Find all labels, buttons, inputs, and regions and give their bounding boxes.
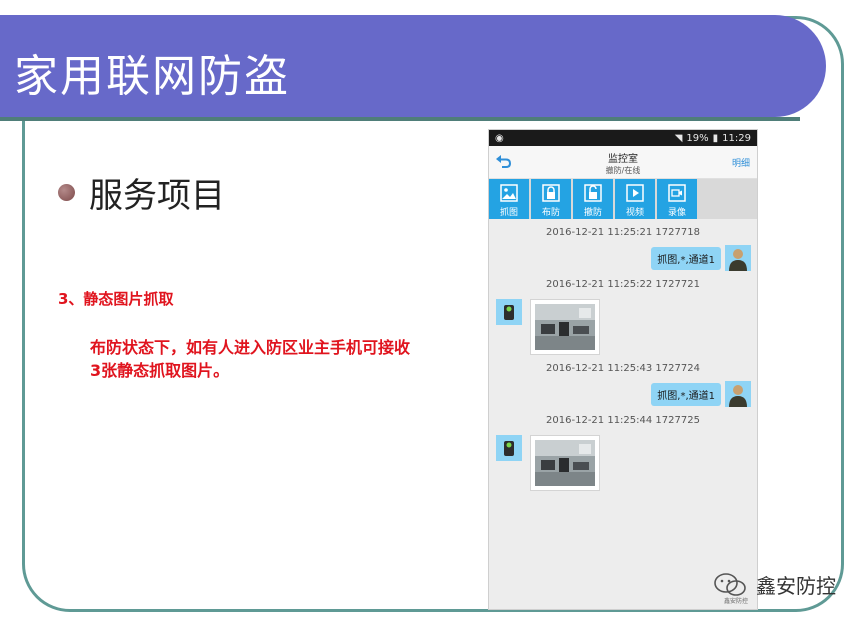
- outgoing-message: 抓图,*,通道1: [489, 245, 757, 271]
- disarm-label: 撤防: [583, 208, 602, 218]
- play-icon: [626, 184, 644, 202]
- header-title: 监控室: [608, 154, 638, 165]
- status-bar: ◉ ◥ 19% ▮ 11:29: [489, 130, 757, 146]
- watermark-small-text: 鑫安防控: [724, 598, 749, 605]
- surveillance-image-icon: [535, 304, 595, 350]
- slide-title: 家用联网防盗: [14, 51, 290, 102]
- bullet-item: 服务项目: [58, 168, 225, 217]
- record-button[interactable]: 录像: [657, 179, 697, 219]
- watermark-brand: 鑫安防控: [756, 574, 836, 598]
- app-header: 监控室 撤防/在线 明细: [489, 146, 757, 179]
- notification-icon: ◉: [495, 132, 504, 144]
- section-description: 布防状态下，如有人进入防区业主手机可接收3张静态抓取图片。: [90, 338, 411, 380]
- detail-link[interactable]: 明细: [732, 156, 750, 169]
- outgoing-message: 抓图,*,通道1: [489, 381, 757, 407]
- image-icon: [500, 184, 518, 202]
- surveillance-image-icon: [535, 440, 595, 486]
- wechat-logo-icon: [714, 572, 746, 596]
- phone-screenshot: ◉ ◥ 19% ▮ 11:29 监控室 撤防/在线 明细 抓图 布防 撤防 视频…: [488, 129, 758, 610]
- incoming-message: [489, 435, 757, 491]
- battery-level: 19%: [686, 132, 709, 144]
- status-right: ◥ 19% ▮ 11:29: [675, 133, 751, 144]
- message-timestamp: 2016-12-21 11:25:22 1727721: [546, 279, 700, 290]
- lock-open-icon: [584, 184, 602, 202]
- action-toolbar: 抓图 布防 撤防 视频 录像: [489, 179, 757, 219]
- title-underline: [0, 117, 800, 121]
- arm-button[interactable]: 布防: [531, 179, 571, 219]
- capture-button[interactable]: 抓图: [489, 179, 529, 219]
- device-avatar-icon: [496, 299, 522, 325]
- user-avatar-icon: [725, 245, 751, 271]
- captured-photo[interactable]: [530, 435, 600, 491]
- message-timestamp: 2016-12-21 11:25:21 1727718: [546, 227, 700, 238]
- lock-closed-icon: [542, 184, 560, 202]
- video-button[interactable]: 视频: [615, 179, 655, 219]
- status-time: 11:29: [722, 132, 751, 144]
- message-bubble[interactable]: 抓图,*,通道1: [651, 382, 721, 406]
- disarm-button[interactable]: 撤防: [573, 179, 613, 219]
- camera-icon: [668, 184, 686, 202]
- arm-label: 布防: [541, 208, 560, 218]
- user-avatar-icon: [725, 381, 751, 407]
- bullet-dot-icon: [58, 184, 75, 201]
- signal-icon: ◥: [674, 132, 683, 144]
- video-label: 视频: [625, 208, 644, 218]
- captured-photo[interactable]: [530, 299, 600, 355]
- message-timestamp: 2016-12-21 11:25:44 1727725: [546, 415, 700, 426]
- header-subtitle: 撤防/在线: [605, 166, 641, 175]
- message-bubble[interactable]: 抓图,*,通道1: [651, 246, 721, 270]
- capture-label: 抓图: [499, 208, 518, 218]
- watermark: 鑫安防控 鑫安防控: [712, 570, 836, 605]
- record-label: 录像: [667, 208, 686, 218]
- section-heading: 3、静态图片抓取: [58, 290, 174, 308]
- incoming-message: [489, 299, 757, 355]
- battery-icon: ▮: [712, 132, 719, 144]
- message-timestamp: 2016-12-21 11:25:43 1727724: [546, 363, 700, 374]
- bullet-text: 服务项目: [89, 176, 225, 216]
- device-avatar-icon: [496, 435, 522, 461]
